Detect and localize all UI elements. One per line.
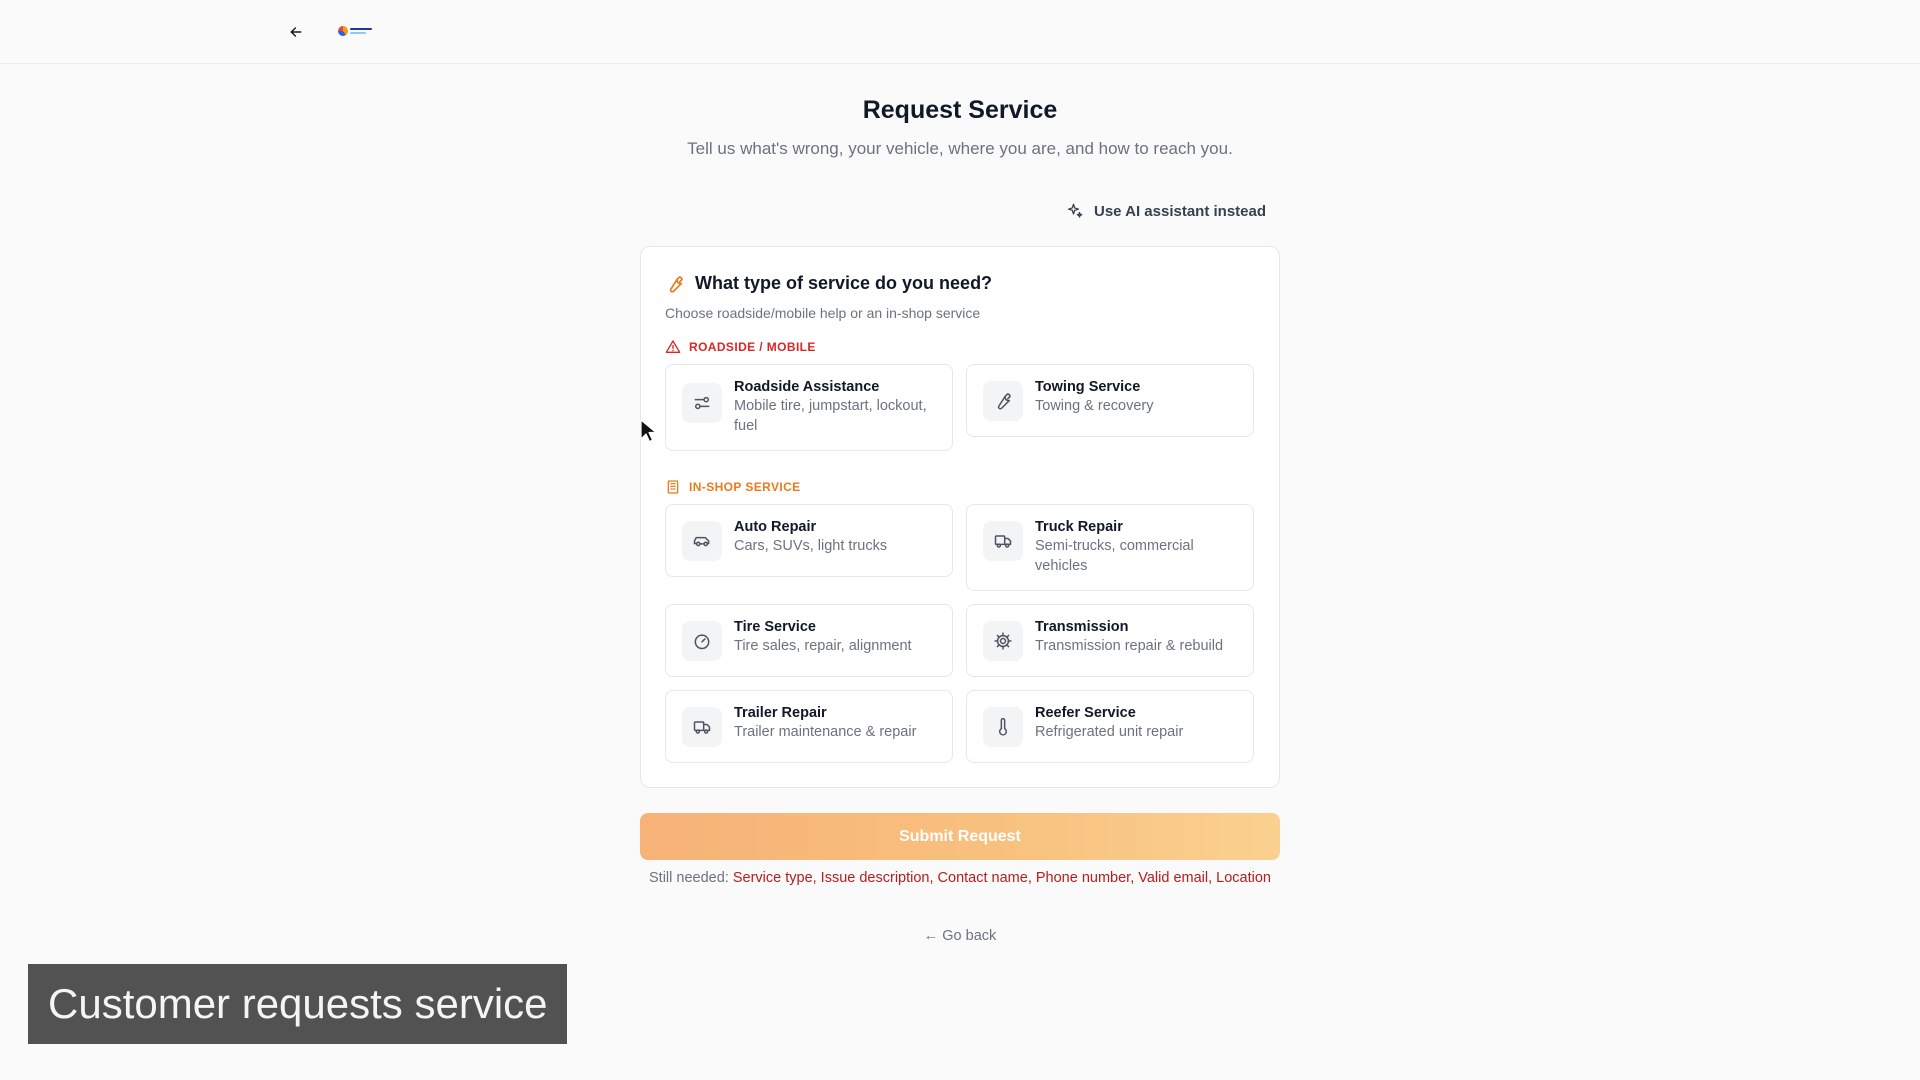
option-towing-service[interactable]: Towing Service Towing & recovery xyxy=(966,364,1254,437)
option-text: Truck Repair Semi-trucks, commercial veh… xyxy=(1035,519,1239,576)
truck-icon xyxy=(994,535,1012,548)
top-bar xyxy=(0,0,1920,64)
ai-assistant-link[interactable]: Use AI assistant instead xyxy=(1066,200,1266,222)
option-icon-wrap xyxy=(983,707,1023,747)
option-desc: Cars, SUVs, light trucks xyxy=(734,538,888,554)
validation-message: Still needed: Service type, Issue descri… xyxy=(640,868,1280,888)
arrow-left-icon xyxy=(290,27,302,37)
option-name: Auto Repair xyxy=(734,519,817,535)
page-title: Request Service xyxy=(862,96,1058,124)
option-icon-wrap xyxy=(983,521,1023,561)
car-icon xyxy=(693,536,710,547)
app-logo[interactable] xyxy=(338,22,374,40)
option-name: Towing Service xyxy=(1035,379,1141,395)
option-text: Tire Service Tire sales, repair, alignme… xyxy=(734,619,938,656)
option-icon-wrap xyxy=(682,383,722,423)
option-text: Reefer Service Refrigerated unit repair xyxy=(1035,705,1239,742)
option-desc: Semi-trucks, commercial vehicles xyxy=(1035,538,1194,574)
option-text: Roadside Assistance Mobile tire, jumpsta… xyxy=(734,379,938,436)
option-roadside-assistance[interactable]: Roadside Assistance Mobile tire, jumpsta… xyxy=(665,364,953,451)
ai-assistant-label: Use AI assistant instead xyxy=(1094,202,1267,220)
section-label-in-shop: IN-SHOP SERVICE xyxy=(665,479,801,495)
go-back-link[interactable]: ← Go back xyxy=(0,928,1920,944)
wrench-icon xyxy=(997,393,1011,410)
option-desc: Refrigerated unit repair xyxy=(1035,724,1184,740)
option-tire-service[interactable]: Tire Service Tire sales, repair, alignme… xyxy=(665,604,953,677)
page-subtitle: Tell us what's wrong, your vehicle, wher… xyxy=(687,139,1233,158)
sliders-icon xyxy=(694,396,710,410)
section-label-roadside: ROADSIDE / MOBILE xyxy=(665,339,816,355)
option-text: Towing Service Towing & recovery xyxy=(1035,379,1239,416)
validation-prefix: Still needed: xyxy=(649,870,729,886)
back-arrow-button[interactable] xyxy=(284,20,308,44)
option-desc: Tire sales, repair, alignment xyxy=(734,638,912,654)
option-icon-wrap xyxy=(682,621,722,661)
option-name: Transmission xyxy=(1035,619,1129,635)
option-icon-wrap xyxy=(682,707,722,747)
option-trailer-repair[interactable]: Trailer Repair Trailer maintenance & rep… xyxy=(665,690,953,763)
option-text: Auto Repair Cars, SUVs, light trucks xyxy=(734,519,938,556)
card-subtitle: Choose roadside/mobile help or an in-sho… xyxy=(665,305,981,321)
option-name: Truck Repair xyxy=(1035,519,1123,535)
option-transmission[interactable]: Transmission Transmission repair & rebui… xyxy=(966,604,1254,677)
card-header: What type of service do you need? xyxy=(665,273,992,294)
card-title: What type of service do you need? xyxy=(695,273,993,293)
option-icon-wrap xyxy=(983,381,1023,421)
truck-icon xyxy=(693,721,711,734)
option-desc: Towing & recovery xyxy=(1035,398,1154,414)
sparkle-icon xyxy=(1067,203,1083,218)
submit-request-button[interactable]: Submit Request xyxy=(640,813,1280,860)
warning-triangle-icon xyxy=(665,340,681,353)
option-name: Tire Service xyxy=(734,619,816,635)
cog-icon xyxy=(994,632,1012,650)
option-truck-repair[interactable]: Truck Repair Semi-trucks, commercial veh… xyxy=(966,504,1254,591)
mouse-cursor-icon xyxy=(640,419,657,443)
option-auto-repair[interactable]: Auto Repair Cars, SUVs, light trucks xyxy=(665,504,953,577)
wrench-icon xyxy=(669,275,683,293)
service-type-card: What type of service do you need? Choose… xyxy=(640,246,1280,788)
video-caption: Customer requests service xyxy=(28,964,567,1044)
option-name: Reefer Service xyxy=(1035,705,1136,721)
option-reefer-service[interactable]: Reefer Service Refrigerated unit repair xyxy=(966,690,1254,763)
option-desc: Trailer maintenance & repair xyxy=(734,724,917,740)
gauge-icon xyxy=(694,634,710,650)
option-desc: Transmission repair & rebuild xyxy=(1035,638,1224,654)
option-text: Trailer Repair Trailer maintenance & rep… xyxy=(734,705,938,742)
logo-wordmark xyxy=(350,28,372,34)
option-name: Trailer Repair xyxy=(734,705,827,721)
option-desc: Mobile tire, jumpstart, lockout, fuel xyxy=(734,398,927,434)
option-icon-wrap xyxy=(983,621,1023,661)
thermometer-icon xyxy=(998,717,1008,736)
section-title-in-shop: IN-SHOP SERVICE xyxy=(689,480,801,494)
section-title-roadside: ROADSIDE / MOBILE xyxy=(689,340,816,354)
option-icon-wrap xyxy=(682,521,722,561)
logo-mark-icon xyxy=(338,26,348,36)
option-name: Roadside Assistance xyxy=(734,379,880,395)
building-icon xyxy=(667,480,679,494)
option-text: Transmission Transmission repair & rebui… xyxy=(1035,619,1239,656)
validation-missing-fields: Service type, Issue description, Contact… xyxy=(732,870,1271,886)
